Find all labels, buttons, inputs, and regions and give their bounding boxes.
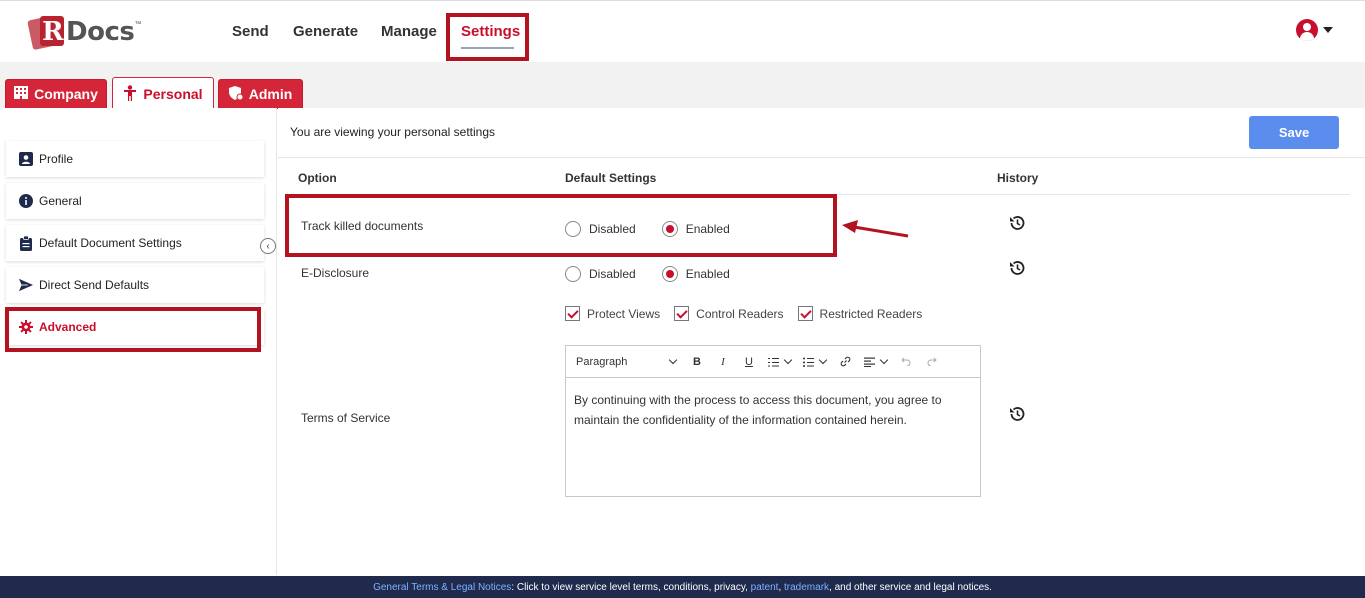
chevron-left-icon: ‹ <box>266 240 270 252</box>
sidebar-item-label: Default Document Settings <box>39 236 182 250</box>
bullet-list-button[interactable] <box>803 352 828 372</box>
checkbox-control-readers[interactable] <box>674 306 690 321</box>
person-icon <box>123 84 137 104</box>
checkbox-restricted-readers[interactable] <box>797 306 813 321</box>
column-header-default-settings: Default Settings <box>565 171 657 185</box>
link-button[interactable] <box>838 352 852 372</box>
settings-highlight-box <box>446 13 529 61</box>
divider <box>278 157 1365 158</box>
save-button[interactable]: Save <box>1249 116 1339 149</box>
link-icon <box>840 356 850 367</box>
numbered-list-button[interactable] <box>768 352 793 372</box>
chevron-down-icon <box>879 355 889 365</box>
numbered-list-icon <box>768 357 779 366</box>
paragraph-style-label: Paragraph <box>576 355 628 368</box>
sidebar-item-label: Profile <box>39 152 74 166</box>
radio-label: Disabled <box>589 267 636 281</box>
bold-button[interactable]: B <box>690 352 704 372</box>
rdocs-logo[interactable]: R Docs ™ <box>27 15 142 51</box>
editor-toolbar: Paragraph B I U <box>566 346 980 378</box>
chevron-down-icon <box>668 355 678 365</box>
footer-link-general-terms[interactable]: General Terms & Legal Notices <box>373 582 511 593</box>
checkbox-label: Restricted Readers <box>819 306 923 321</box>
user-menu[interactable] <box>1296 19 1333 41</box>
top-header: R Docs ™ Send Generate Manage Settings <box>0 0 1365 62</box>
footer-text: , and other service and legal notices. <box>829 581 992 593</box>
bullet-list-icon <box>803 357 814 367</box>
sidebar-item-label: Direct Send Defaults <box>39 278 150 292</box>
redo-icon <box>927 357 937 366</box>
nav-send[interactable]: Send <box>232 23 269 40</box>
sidebar-item-label: General <box>39 194 82 208</box>
logo-letter: R <box>42 17 64 47</box>
settings-tabs-bar: Company Personal Admin <box>0 62 1365 110</box>
caret-down-icon <box>1323 27 1333 33</box>
tab-admin[interactable]: Admin <box>218 79 303 109</box>
logo-mark: R <box>27 15 68 51</box>
undo-icon <box>901 357 911 366</box>
sidebar-item-default-document-settings[interactable]: Default Document Settings <box>6 225 264 261</box>
page-title: You are viewing your personal settings <box>290 125 496 139</box>
align-left-icon <box>864 357 875 367</box>
paragraph-style-select[interactable]: Paragraph <box>576 352 678 372</box>
clipboard-icon <box>19 235 33 251</box>
column-header-option: Option <box>298 171 337 185</box>
tab-personal-label: Personal <box>143 86 203 102</box>
checkbox-label: Control Readers <box>696 306 784 321</box>
terms-editor-content[interactable]: By continuing with the process to access… <box>566 378 980 442</box>
tab-company[interactable]: Company <box>5 79 107 109</box>
annotation-arrow-icon <box>842 220 909 238</box>
radio-disabled[interactable] <box>565 266 581 282</box>
e-disclosure-checkbox-group: Protect Views Control Readers Restricted… <box>565 306 936 321</box>
e-disclosure-radio-group: Disabled Enabled <box>565 266 756 282</box>
footer-link-trademark[interactable]: trademark <box>784 582 829 593</box>
nav-manage[interactable]: Manage <box>381 23 437 40</box>
undo-button[interactable] <box>899 352 913 372</box>
radio-label: Enabled <box>685 267 730 281</box>
footer-text: : Click to view service level terms, con… <box>511 581 751 593</box>
info-icon <box>19 194 33 208</box>
redo-button[interactable] <box>925 352 939 372</box>
history-icon[interactable] <box>1008 405 1026 423</box>
track-killed-highlight-box <box>285 194 837 257</box>
option-label-terms-of-service: Terms of Service <box>301 411 391 425</box>
shield-icon <box>228 85 244 103</box>
sidebar-item-general[interactable]: General <box>6 183 264 219</box>
checkbox-protect-views[interactable] <box>565 306 580 321</box>
sidebar-item-profile[interactable]: Profile <box>6 141 264 177</box>
history-icon[interactable] <box>1008 259 1026 277</box>
chevron-down-icon <box>783 355 793 365</box>
chevron-down-icon <box>818 355 828 365</box>
user-circle-icon <box>1296 19 1318 41</box>
option-label-e-disclosure: E-Disclosure <box>301 266 370 280</box>
advanced-highlight-box <box>5 307 261 352</box>
sidebar-item-direct-send-defaults[interactable]: Direct Send Defaults <box>6 267 264 303</box>
radio-enabled[interactable] <box>661 266 678 282</box>
footer-link-patent[interactable]: patent <box>751 582 779 593</box>
settings-sidebar: Profile General Default Document Setting… <box>0 108 277 575</box>
logo-text: Docs <box>66 17 135 47</box>
profile-card-icon <box>19 152 33 166</box>
history-icon[interactable] <box>1008 214 1026 232</box>
settings-main-panel: You are viewing your personal settings S… <box>278 108 1365 575</box>
nav-generate[interactable]: Generate <box>293 23 358 40</box>
align-button[interactable] <box>864 352 889 372</box>
tab-company-label: Company <box>34 86 98 102</box>
tab-admin-label: Admin <box>248 86 293 102</box>
underline-button[interactable]: U <box>742 352 756 372</box>
collapse-sidebar-button[interactable]: ‹ <box>260 238 276 254</box>
logo-trademark: ™ <box>134 21 142 28</box>
column-header-history: History <box>997 171 1039 185</box>
send-icon <box>19 278 33 292</box>
italic-button[interactable]: I <box>716 352 730 372</box>
legal-footer: General Terms & Legal Notices : Click to… <box>0 576 1365 598</box>
terms-rich-text-editor: Paragraph B I U By continuing with the p… <box>565 345 981 497</box>
checkbox-label: Protect Views <box>587 306 661 321</box>
building-icon <box>14 86 29 102</box>
tab-personal[interactable]: Personal <box>112 77 214 110</box>
